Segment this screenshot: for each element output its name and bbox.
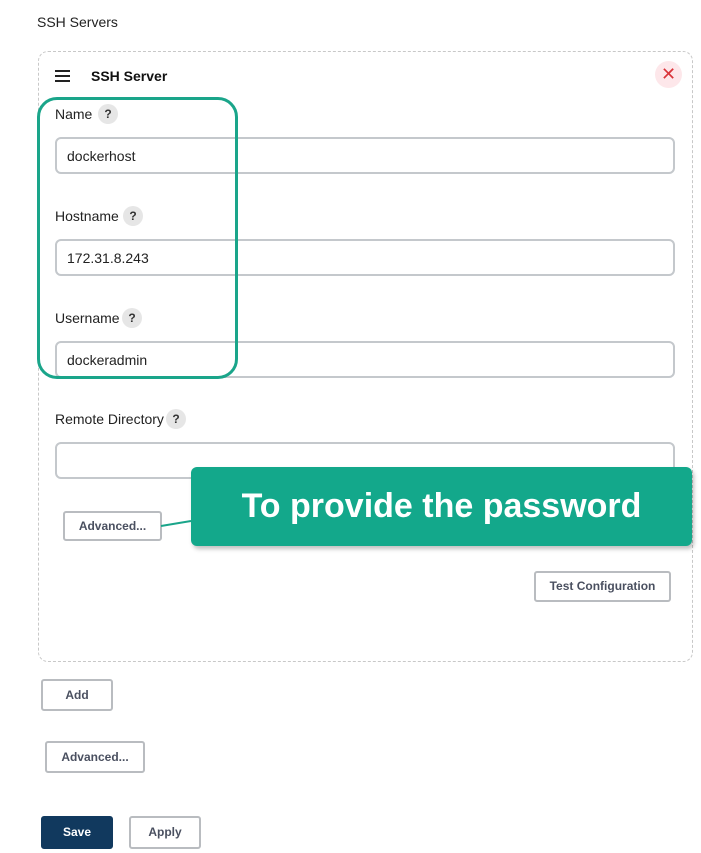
name-input[interactable] xyxy=(55,137,675,174)
remote-directory-help-icon[interactable]: ? xyxy=(166,409,186,429)
username-help-icon[interactable]: ? xyxy=(122,308,142,328)
test-configuration-button[interactable]: Test Configuration xyxy=(534,571,671,602)
server-advanced-button[interactable]: Advanced... xyxy=(63,511,162,541)
remote-directory-label: Remote Directory xyxy=(55,411,164,427)
name-label: Name xyxy=(55,106,93,122)
advanced-button[interactable]: Advanced... xyxy=(45,741,145,773)
callout-connector xyxy=(160,520,192,527)
delete-server-button[interactable]: ✕ xyxy=(655,61,682,88)
ssh-server-title: SSH Server xyxy=(91,68,168,84)
add-server-button[interactable]: Add xyxy=(41,679,113,711)
hostname-input[interactable] xyxy=(55,239,675,276)
annotation-callout: To provide the password xyxy=(191,467,692,546)
username-label: Username xyxy=(55,310,120,326)
name-help-icon[interactable]: ? xyxy=(98,104,118,124)
drag-handle-icon[interactable] xyxy=(55,70,71,82)
apply-button[interactable]: Apply xyxy=(129,816,201,849)
save-button[interactable]: Save xyxy=(41,816,113,849)
section-title: SSH Servers xyxy=(37,14,118,30)
hostname-label: Hostname xyxy=(55,208,119,224)
hostname-help-icon[interactable]: ? xyxy=(123,206,143,226)
username-input[interactable] xyxy=(55,341,675,378)
